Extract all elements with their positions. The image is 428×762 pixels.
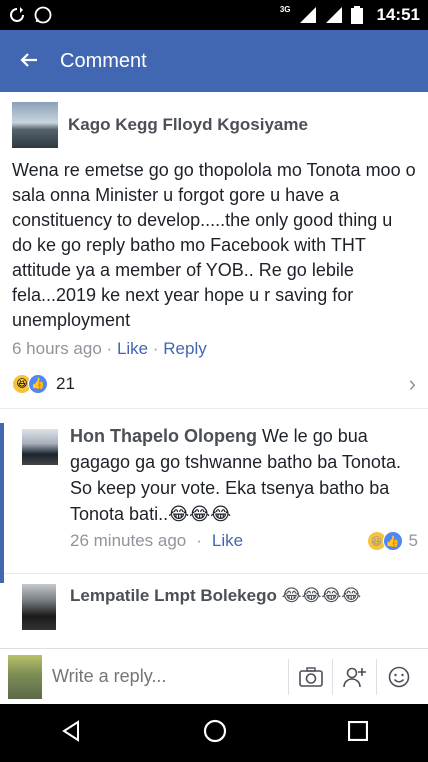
tag-person-icon[interactable] [332, 658, 376, 695]
arrow-left-icon[interactable] [20, 48, 60, 74]
whatsapp-icon [34, 6, 52, 24]
clock-time: 14:51 [376, 5, 420, 24]
reply-emojis: 😂😂😂😂 [281, 586, 362, 605]
like-reaction-icon: 👍 [28, 373, 48, 394]
reply-link[interactable]: Reply [163, 339, 206, 358]
camera-icon[interactable] [288, 658, 332, 695]
recents-nav-icon[interactable] [347, 720, 368, 746]
reply-reaction-count: 5 [408, 531, 418, 550]
emoji-icon[interactable] [376, 658, 420, 695]
page-title: Comment [60, 49, 147, 72]
home-nav-icon[interactable] [203, 719, 227, 748]
comment-thread: Kago Kegg Flloyd Kgosiyame Wena re emets… [0, 92, 428, 648]
like-link[interactable]: Like [212, 531, 243, 551]
reply-author[interactable]: Hon Thapelo Olopeng [70, 426, 257, 446]
comment-time: 6 hours ago [12, 339, 102, 358]
battery-icon [350, 6, 369, 24]
system-nav-bar [0, 704, 428, 762]
avatar[interactable] [12, 102, 58, 148]
reply-author[interactable]: Lempatile Lmpt Bolekego [70, 586, 277, 605]
avatar [8, 654, 42, 699]
like-link[interactable]: Like [117, 339, 148, 358]
comment-text: Wena re emetse go go thopolola mo Tonota… [12, 160, 416, 330]
reaction-summary[interactable]: 😆 👍 21 › [0, 359, 428, 409]
back-nav-icon[interactable] [60, 719, 82, 747]
meta-separator: · [196, 531, 202, 550]
reply-reactions[interactable]: 😆 👍 5 [366, 531, 418, 551]
meta-separator: · [106, 339, 113, 358]
meta-separator: · [152, 339, 159, 358]
comment-meta: 6 hours ago · Like · Reply [12, 339, 416, 359]
comment-author[interactable]: Kago Kegg Flloyd Kgosiyame [68, 115, 308, 135]
avatar[interactable] [22, 584, 56, 630]
reply-comment: Hon Thapelo Olopeng We le go bua gagago … [0, 423, 428, 583]
signal-icon-2 [325, 6, 343, 24]
reply-comment-2: Lempatile Lmpt Bolekego 😂😂😂😂 [0, 573, 428, 630]
reaction-count: 21 [56, 373, 75, 393]
signal-icon [299, 6, 317, 24]
like-reaction-icon: 👍 [382, 531, 403, 551]
reply-time: 26 minutes ago [70, 531, 187, 550]
status-bar: 3G 14:51 [0, 0, 428, 30]
reply-input[interactable] [52, 666, 288, 687]
reply-composer [0, 648, 428, 704]
avatar[interactable] [22, 429, 58, 465]
main-comment: Kago Kegg Flloyd Kgosiyame Wena re emets… [0, 92, 428, 359]
chevron-right-icon[interactable]: › [409, 371, 416, 397]
network-type-badge: 3G [279, 4, 291, 14]
refresh-icon [8, 6, 26, 24]
app-bar: Comment [0, 30, 428, 92]
